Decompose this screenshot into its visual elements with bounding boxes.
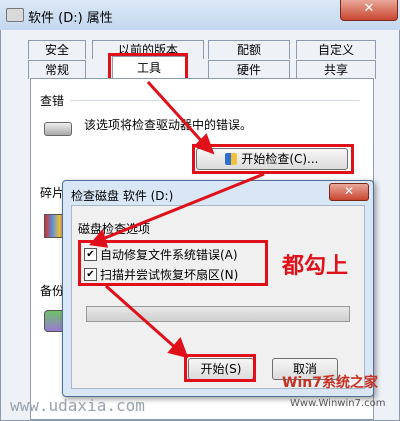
annotation-arrows (89, 80, 265, 359)
watermark-left-url: www.udaxia.com (10, 396, 145, 415)
watermark-logo: Win7系统之家 (282, 375, 378, 391)
watermark-right-url: Www.Winwin7.com (290, 398, 386, 409)
